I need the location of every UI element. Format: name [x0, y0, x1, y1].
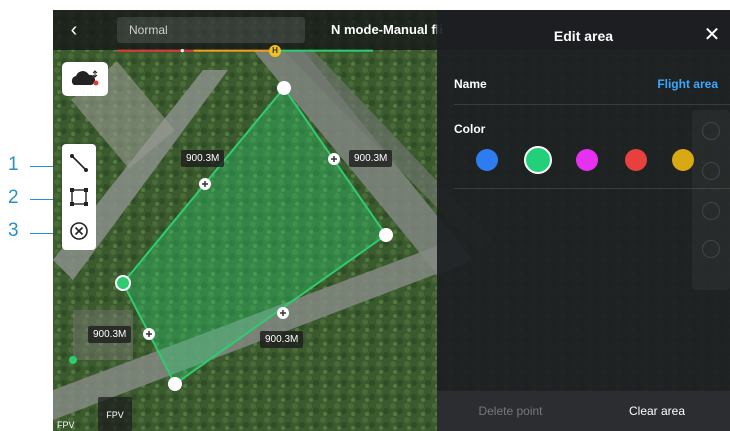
midpoint-add-icon: [328, 153, 340, 165]
callout-2: 2: [8, 187, 19, 208]
drawing-toolbar: [62, 144, 96, 250]
layers-icon: [702, 240, 720, 258]
distance-label: 900.3M: [260, 331, 304, 348]
callout-1: 1: [8, 154, 19, 175]
battery-progress-bar: [117, 49, 373, 53]
locate-icon: [702, 162, 720, 180]
color-swatch-magenta[interactable]: [576, 149, 598, 171]
callout-3: 3: [8, 220, 19, 241]
name-label: Name: [454, 77, 487, 91]
distance-label: 900.3M: [349, 150, 393, 167]
name-value[interactable]: Flight area: [657, 77, 718, 91]
delete-tool-button[interactable]: [62, 214, 96, 248]
color-swatch-yellow[interactable]: [672, 149, 694, 171]
distance-label: 900.3M: [88, 326, 132, 343]
color-label: Color: [454, 122, 486, 136]
vertex-point: [277, 81, 291, 95]
app-screen: ‹ Normal N mode-Manual fli H 900.3M 900.…: [53, 10, 730, 431]
vertex-point: [168, 377, 182, 391]
back-chevron-icon[interactable]: ‹: [63, 19, 85, 41]
line-tool-icon: [70, 154, 88, 172]
info-icon: [702, 122, 720, 140]
area-tool-icon: [70, 188, 88, 206]
color-swatch-blue[interactable]: [476, 149, 498, 171]
fpv-corner-label: FPV: [57, 420, 75, 430]
fpv-toggle-button[interactable]: FPV: [98, 397, 132, 431]
area-tool-button[interactable]: [62, 180, 96, 214]
panel-bottom-bar: Delete point Clear area: [437, 391, 730, 431]
midpoint-add-icon: [199, 178, 211, 190]
map-side-icons: [692, 110, 730, 290]
cloud-icon: [71, 70, 99, 86]
mode-selector[interactable]: Normal: [117, 17, 305, 43]
vertex-point: [379, 228, 393, 242]
close-icon[interactable]: ✕: [701, 24, 723, 46]
divider: [454, 104, 730, 105]
home-point-marker: H: [269, 45, 281, 57]
edit-area-panel: Edit area ✕ Name Flight area Color Delet…: [437, 10, 730, 431]
cloud-sync-button[interactable]: [62, 62, 108, 96]
color-swatch-red[interactable]: [625, 149, 647, 171]
midpoint-add-icon: [143, 328, 155, 340]
line-tool-button[interactable]: [62, 146, 96, 180]
panel-title: Edit area: [553, 28, 614, 44]
compass-icon: [702, 202, 720, 220]
midpoint-add-icon: [277, 307, 289, 319]
stage: 1 2 3 ‹ Normal N mode-Manual fli H 900.3…: [0, 0, 730, 431]
delete-point-button[interactable]: Delete point: [437, 391, 584, 431]
divider: [454, 188, 730, 189]
flight-mode-title: N mode-Manual fli: [331, 22, 443, 37]
distance-label: 900.3M: [181, 150, 225, 167]
vertex-point-selected: [115, 275, 131, 291]
color-swatch-green[interactable]: [524, 146, 552, 174]
clear-area-button[interactable]: Clear area: [584, 391, 730, 431]
delete-tool-icon: [70, 222, 88, 240]
